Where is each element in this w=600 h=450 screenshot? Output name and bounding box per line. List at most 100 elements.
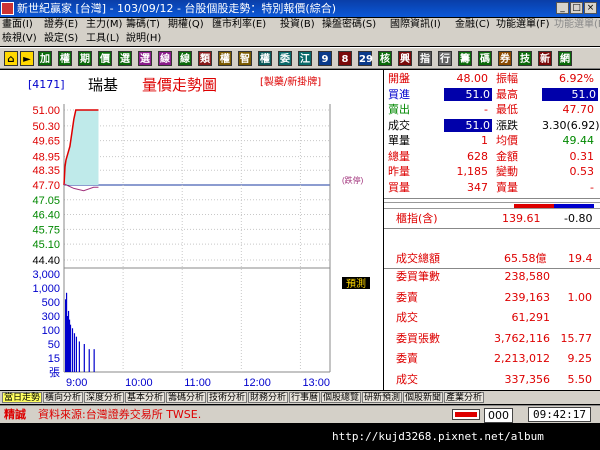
menu-item-settings[interactable]: 設定(S) (44, 32, 78, 46)
menu-item-chips[interactable]: 籌碼(T) (126, 18, 160, 32)
menu-item-help[interactable]: 說明(H) (126, 32, 161, 46)
quote-value: - (484, 103, 488, 116)
stat-value: 61,291 (511, 311, 551, 324)
volume-axis-label: 100 (42, 325, 60, 337)
stat-value: 3,762,116 (494, 331, 550, 345)
toolbar-button[interactable]: 權 (258, 51, 272, 66)
toolbar-button[interactable]: 核 (378, 51, 392, 66)
toolbar-button[interactable]: 智 (238, 51, 252, 66)
quote-value: 48.00 (456, 72, 489, 85)
tab-10[interactable]: 個股新聞 (403, 392, 444, 403)
arrow-icon[interactable]: ► (20, 51, 34, 66)
toolbar-button[interactable]: 興 (398, 51, 412, 66)
quote-value-2: 47.70 (562, 103, 595, 116)
stat-label: 成交 (396, 372, 418, 386)
y-axis-label: 51.00 (32, 105, 60, 117)
toolbar-button[interactable]: 指 (418, 51, 432, 66)
toolbar-button[interactable]: 29 (358, 51, 373, 66)
y-axis-label: 46.40 (32, 210, 60, 222)
quote-value-2: 49.44 (562, 134, 595, 147)
menu-item-screen[interactable]: 畫面(I) (2, 18, 33, 32)
menu-item-function-menu-2: 功能選單(F) (554, 19, 600, 30)
tab-4[interactable]: 籌碼分析 (166, 392, 207, 403)
toolbar-button[interactable]: 加 (38, 51, 52, 66)
volume-bar (93, 349, 95, 372)
toolbar-button[interactable]: 選 (138, 51, 152, 66)
menu-item-securities[interactable]: 證券(E) (44, 18, 78, 32)
toolbar-button[interactable]: 8 (338, 51, 352, 66)
status-counter: 000 (484, 408, 513, 423)
tab-5[interactable]: 技術分析 (207, 392, 248, 403)
analysis-tabs: 當日走勢 橫向分析 深度分析 基本分析 籌碼分析 技術分析 財務分析 行事曆 個股總覽 研新預測個… (0, 391, 600, 404)
y-axis-label: 49.65 (32, 136, 60, 148)
toolbar-button[interactable]: 權 (218, 51, 232, 66)
menu-item-view[interactable]: 檢視(V) (2, 32, 37, 46)
stat-label: 委買筆數 (396, 270, 440, 283)
y-axis-label: 48.35 (32, 165, 60, 177)
toolbar-button[interactable]: 委 (278, 51, 292, 66)
toolbar-button[interactable]: 選 (118, 51, 132, 66)
quote-label: 成交 (388, 118, 410, 132)
menu-item-function-menu[interactable]: 功能選單(F) (496, 18, 550, 32)
tab-11[interactable]: 產業分析 (444, 392, 485, 403)
toolbar-button[interactable]: 線 (178, 51, 192, 66)
tab-7[interactable]: 行事曆 (289, 392, 321, 403)
menu-item-fx-rate[interactable]: 匯市利率(E) (212, 18, 266, 32)
limit-down-tag: (跌停) (342, 175, 364, 185)
x-axis-label: 10:00 (125, 377, 153, 389)
tab-1[interactable]: 橫向分析 (43, 392, 84, 403)
toolbar-button[interactable]: 籌 (458, 51, 472, 66)
minimize-button[interactable]: _ (556, 2, 569, 14)
toolbar-button[interactable]: 類 (198, 51, 212, 66)
toolbar-button[interactable]: 網 (558, 51, 572, 66)
stat-label: 委賣 (396, 290, 418, 304)
predict-marker: 預測 (346, 277, 366, 290)
toolbar-button[interactable]: 期 (78, 51, 92, 66)
bid-ask-bar (384, 202, 600, 209)
stat-label: 成交 (396, 311, 418, 324)
volume-axis-label: 50 (48, 339, 60, 351)
toolbar-button[interactable]: 碼 (478, 51, 492, 66)
menu-item-finance[interactable]: 金融(C) (455, 18, 490, 32)
x-axis-label: 13:00 (302, 377, 330, 389)
menu-item-options[interactable]: 期權(Q) (168, 18, 204, 32)
quote-value-2: 0.31 (569, 149, 595, 163)
quote-label: 買進 (388, 87, 410, 101)
quote-value: 1 (481, 134, 488, 147)
tab-2[interactable]: 深度分析 (84, 392, 125, 403)
toolbar-button[interactable]: 行 (438, 51, 452, 66)
stat-change: 5.50 (567, 372, 593, 386)
tab-6[interactable]: 財務分析 (248, 392, 289, 403)
toolbar-button[interactable]: 新 (538, 51, 552, 66)
tab-9[interactable]: 研新預測 (362, 392, 403, 403)
menu-item-intl-info[interactable]: 國際資訊(I) (390, 18, 441, 32)
close-button[interactable]: × (584, 2, 597, 14)
toolbar-button[interactable]: 9 (318, 51, 332, 66)
toolbar-button[interactable]: 線 (158, 51, 172, 66)
tab-0[interactable]: 當日走勢 (2, 392, 43, 403)
volume-axis-label: 張 (49, 366, 60, 379)
quote-value-2: 0.53 (569, 165, 595, 178)
x-axis-label: 9:00 (66, 377, 87, 389)
x-axis-label: 11:00 (184, 377, 211, 389)
menu-item-tools[interactable]: 工具(L) (86, 32, 119, 46)
quote-value-2: - (590, 180, 594, 194)
menu-item-main-force[interactable]: 主力(M) (86, 18, 122, 32)
menu-item-invest[interactable]: 投資(B) (280, 18, 315, 32)
tab-8[interactable]: 個股總覽 (321, 392, 362, 403)
toolbar-button[interactable]: 權 (58, 51, 72, 66)
menu-item-trading-code[interactable]: 操盤密碼(S) (322, 18, 376, 32)
status-broker: 精誠 (4, 408, 26, 421)
quote-label-2: 均價 (496, 134, 518, 147)
toolbar-button[interactable]: 江 (298, 51, 312, 66)
home-icon[interactable]: ⌂ (4, 51, 18, 66)
footer: http://kujd3268.pixnet.net/album (0, 423, 600, 450)
toolbar-button[interactable]: 價 (98, 51, 112, 66)
maximize-button[interactable]: □ (570, 2, 583, 14)
toolbar-button[interactable]: 券 (498, 51, 512, 66)
volume-axis-label: 15 (48, 353, 60, 365)
y-axis-label: 47.05 (32, 195, 60, 207)
tab-3[interactable]: 基本分析 (125, 392, 166, 403)
volume-bar (75, 336, 78, 372)
toolbar-button[interactable]: 技 (518, 51, 532, 66)
